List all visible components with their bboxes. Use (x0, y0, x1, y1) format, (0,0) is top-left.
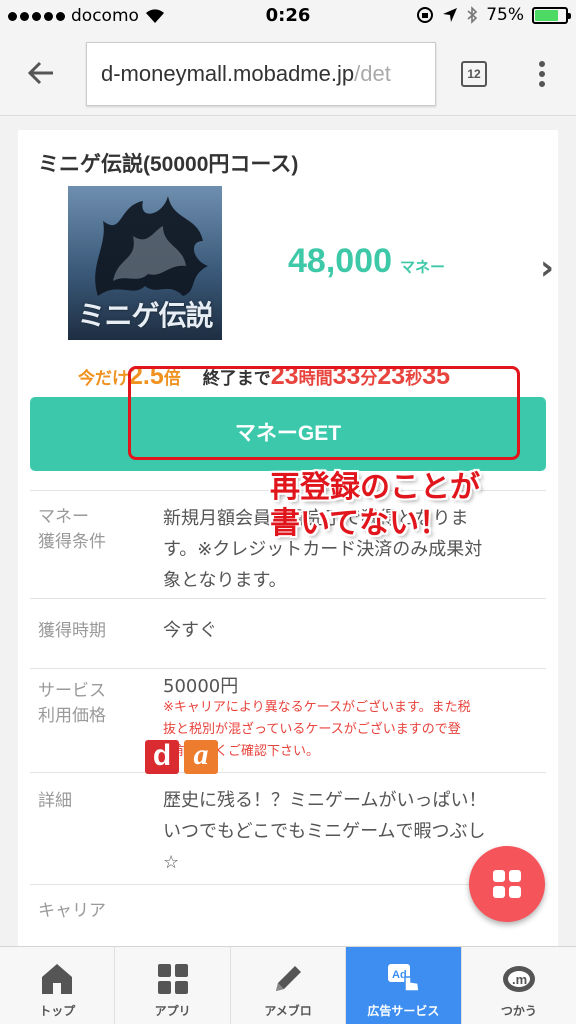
chevron-right-icon[interactable]: › (540, 248, 554, 288)
status-bar: docomo 0:26 75% (0, 0, 576, 34)
annotation-text: 再登録のことが 書いてない！ (270, 470, 480, 541)
tab-use[interactable]: .m つかう (462, 947, 576, 1024)
offer-title: ミニゲ伝説(50000円コース) (38, 153, 299, 176)
money-coin-icon: .m (502, 966, 535, 992)
au-carrier-badge: a (184, 740, 218, 774)
url-domain: d-moneymall.mobadme.jp (101, 61, 355, 86)
thumbnail-logo-text: ミニゲ伝説 (77, 300, 213, 331)
reward-number: 48,000 (288, 242, 392, 280)
battery-percent: 75% (486, 5, 524, 25)
tab-switcher-button[interactable]: 12 (461, 61, 487, 87)
overflow-menu-button[interactable] (530, 59, 554, 89)
detail-row-carrier: キャリア (30, 884, 546, 954)
detail-row-price: サービス 利用価格 50000円 ※キャリアにより異なるケースがございます。また… (30, 668, 546, 772)
timing-label: 獲得時期 (38, 621, 106, 641)
description-label: 詳細 (38, 791, 72, 811)
floating-menu-button[interactable] (469, 846, 545, 922)
promo-now-only: 今だけ (78, 369, 129, 388)
price-label: サービス 利用価格 (38, 681, 106, 726)
highlight-box (128, 366, 520, 460)
carrier-label: キャリア (38, 901, 106, 921)
reward-unit: マネー (400, 259, 446, 276)
pencil-icon (276, 966, 302, 991)
battery-icon (532, 6, 571, 24)
location-arrow-icon (443, 8, 458, 22)
bluetooth-icon (467, 6, 478, 24)
tab-top[interactable]: トップ (0, 947, 116, 1024)
svg-text:.m: .m (512, 972, 527, 987)
status-indicators: 75% (416, 5, 571, 25)
detail-row-description: 詳細 歴史に残る！？ミニゲームがいっぱい！ いつでもどこでもミニゲームで暇つぶし… (30, 772, 546, 884)
offer-card: ミニゲ伝説(50000円コース) ミニゲ伝説 48,000 マネー › 今だけ … (18, 130, 558, 960)
url-path: /det (354, 61, 391, 86)
rotation-lock-icon (417, 7, 434, 23)
apps-grid-icon (157, 964, 188, 994)
docomo-carrier-badge: d (145, 740, 179, 774)
tab-apps[interactable]: アプリ (115, 947, 231, 1024)
offer-thumbnail[interactable]: ミニゲ伝説 (68, 186, 222, 340)
home-icon (42, 964, 73, 994)
condition-label: マネー 獲得条件 (38, 507, 106, 552)
detail-row-timing: 獲得時期 今すぐ (30, 598, 546, 668)
reward-amount: 48,000 マネー (288, 242, 445, 281)
tab-ad-service[interactable]: Ad 広告サービス (346, 947, 462, 1024)
bottom-tab-bar: トップ アプリ アメブロ Ad 広告サービス .m つかう (0, 946, 576, 1024)
tab-ameblo[interactable]: アメブロ (231, 947, 347, 1024)
description-value: 歴史に残る！？ミニゲームがいっぱい！ いつでもどこでもミニゲームで暇つぶし ☆ (163, 790, 487, 873)
back-button[interactable] (26, 58, 60, 92)
url-bar[interactable]: d-moneymall.mobadme.jp/det (86, 42, 436, 106)
ad-tap-icon: Ad (388, 964, 421, 992)
browser-toolbar: d-moneymall.mobadme.jp/det 12 (0, 34, 576, 116)
grid-icon (493, 870, 505, 882)
timing-value: 今すぐ (163, 620, 217, 641)
arrow-left-icon (27, 61, 53, 85)
